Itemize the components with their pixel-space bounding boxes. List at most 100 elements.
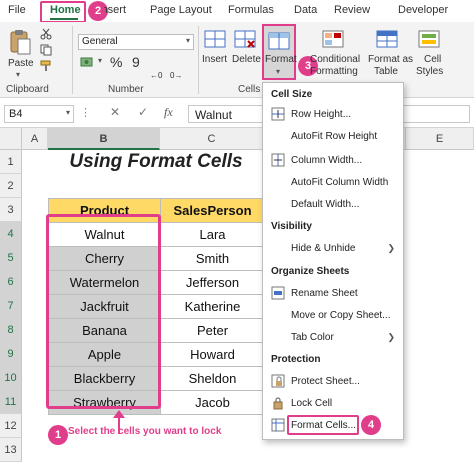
menu-item-autofit-column-width[interactable]: AutoFit Column Width	[291, 177, 388, 188]
name-box[interactable]: B4 ▾	[4, 105, 74, 123]
table-cell[interactable]: Jacob	[160, 390, 265, 415]
table-cell[interactable]: Banana	[48, 318, 161, 343]
tab-review[interactable]: Review	[334, 4, 370, 16]
column-header[interactable]: C	[160, 128, 264, 150]
row-header[interactable]: 11	[0, 390, 22, 414]
tab-home[interactable]: Home	[50, 4, 81, 16]
menu-item-lock-cell[interactable]: Lock Cell	[291, 398, 332, 409]
table-cell[interactable]: Cherry	[48, 246, 161, 271]
table-cell[interactable]: Walnut	[48, 222, 161, 247]
row-header[interactable]: 10	[0, 366, 22, 390]
table-cell[interactable]: Apple	[48, 342, 161, 367]
format-button[interactable]: Format ▾	[262, 24, 297, 80]
more-options-icon[interactable]: ⋮	[80, 106, 91, 119]
menu-item-column-width[interactable]: Column Width...	[291, 155, 362, 166]
paste-button[interactable]: Paste	[8, 58, 34, 70]
menu-item-move-copy-sheet[interactable]: Move or Copy Sheet...	[291, 310, 391, 321]
menu-item-row-height[interactable]: Row Height...	[291, 109, 351, 120]
tab-formulas[interactable]: Formulas	[228, 4, 274, 16]
format-button-label: Format	[265, 54, 297, 65]
format-as-table-icon[interactable]	[376, 28, 398, 50]
delete-button[interactable]: Delete	[232, 54, 261, 66]
table-cell[interactable]: Smith	[160, 246, 265, 271]
cell-styles-button[interactable]: Cell	[424, 54, 441, 66]
row-header[interactable]: 5	[0, 246, 22, 270]
row-header[interactable]: 1	[0, 150, 22, 174]
tab-file[interactable]: File	[8, 4, 26, 16]
row-header[interactable]: 8	[0, 318, 22, 342]
lock-icon	[271, 396, 285, 410]
table-cell[interactable]: Sheldon	[160, 366, 265, 391]
column-header[interactable]: B	[48, 128, 160, 150]
percent-style-button[interactable]: %	[110, 54, 122, 70]
row-header[interactable]: 7	[0, 294, 22, 318]
table-header-cell[interactable]: SalesPerson	[160, 198, 265, 223]
row-header[interactable]: 2	[0, 174, 22, 198]
select-all-corner[interactable]	[0, 128, 22, 150]
chevron-down-icon[interactable]: ▾	[16, 70, 20, 79]
menu-item-tab-color[interactable]: Tab Color	[291, 332, 334, 343]
format-as-table-button[interactable]: Format as	[368, 54, 413, 66]
row-header[interactable]: 12	[0, 414, 22, 438]
table-cell[interactable]: Jackfruit	[48, 294, 161, 319]
menu-item-hide-unhide[interactable]: Hide & Unhide	[291, 243, 355, 254]
table-cell[interactable]: Howard	[160, 342, 265, 367]
comma-style-button[interactable]: 9	[132, 54, 140, 70]
svg-text:0→: 0→	[170, 71, 182, 80]
row-header[interactable]: 4	[0, 222, 22, 246]
tab-data[interactable]: Data	[294, 4, 317, 16]
format-cells-icon	[268, 30, 290, 52]
conditional-formatting-button[interactable]: Conditional	[310, 54, 360, 66]
table-header-cell[interactable]: Product	[48, 198, 161, 223]
ribbon-separator	[72, 26, 73, 94]
row-header[interactable]: 13	[0, 438, 22, 462]
menu-item-default-width[interactable]: Default Width...	[291, 199, 359, 210]
number-group-label: Number	[108, 84, 144, 95]
cell-styles-icon[interactable]	[418, 28, 440, 50]
menu-item-rename-sheet[interactable]: Rename Sheet	[291, 288, 358, 299]
insert-button[interactable]: Insert	[202, 54, 227, 66]
row-height-icon	[271, 107, 285, 121]
insert-function-button[interactable]: fx	[164, 105, 173, 120]
tab-insert[interactable]: Insert	[104, 4, 126, 16]
table-cell[interactable]: Peter	[160, 318, 265, 343]
cut-icon[interactable]	[40, 28, 52, 40]
chevron-down-icon: ▾	[65, 108, 70, 117]
table-cell[interactable]: Blackberry	[48, 366, 161, 391]
table-cell[interactable]: Lara	[160, 222, 265, 247]
cells-group-label: Cells	[238, 84, 261, 95]
chevron-right-icon: ❯	[387, 243, 395, 253]
row-header[interactable]: 3	[0, 198, 22, 222]
table-cell[interactable]: Strawberry	[48, 390, 161, 415]
menu-item-format-cells[interactable]: Format Cells...	[291, 420, 356, 431]
name-box-value: B4	[9, 108, 23, 120]
chevron-down-icon[interactable]: ▾	[98, 56, 102, 65]
insert-cells-icon[interactable]	[204, 28, 226, 50]
tab-developer[interactable]: Developer	[398, 4, 448, 16]
column-header[interactable]: A	[22, 128, 48, 150]
column-header[interactable]: E	[406, 128, 474, 150]
step-badge-4: 4	[361, 415, 381, 435]
number-format-select[interactable]: General ▾	[78, 34, 194, 50]
tab-page-layout[interactable]: Page Layout	[150, 4, 212, 16]
increase-decimal-icon[interactable]: ←0	[150, 68, 168, 80]
cancel-icon[interactable]: ✕	[110, 105, 120, 119]
table-cell[interactable]: Watermelon	[48, 270, 161, 295]
row-header[interactable]: 6	[0, 270, 22, 294]
menu-item-protect-sheet[interactable]: Protect Sheet...	[291, 376, 360, 387]
format-painter-icon[interactable]	[40, 60, 52, 72]
table-cell[interactable]: Jefferson	[160, 270, 265, 295]
table-cell[interactable]: Katherine	[160, 294, 265, 319]
accounting-format-icon[interactable]	[80, 56, 96, 70]
decrease-decimal-icon[interactable]: 0→	[170, 68, 188, 80]
annotation-text: Select the cells you want to lock	[68, 426, 222, 437]
delete-cells-icon[interactable]	[234, 28, 256, 50]
paste-icon[interactable]	[8, 28, 32, 56]
copy-icon[interactable]	[40, 44, 52, 56]
column-width-icon	[271, 153, 285, 167]
home-tab-underline	[50, 18, 78, 20]
menu-item-autofit-row-height[interactable]: AutoFit Row Height	[291, 131, 377, 142]
row-header[interactable]: 9	[0, 342, 22, 366]
conditional-formatting-icon[interactable]	[322, 28, 344, 50]
enter-icon[interactable]: ✓	[138, 105, 148, 119]
